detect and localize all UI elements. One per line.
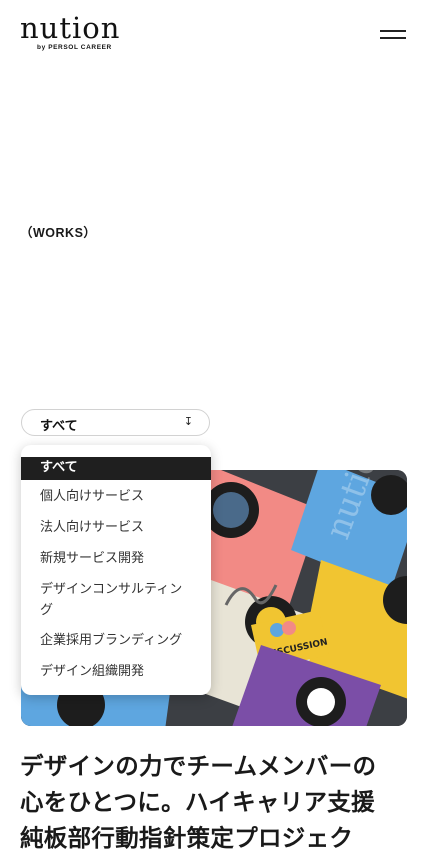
hamburger-icon-line bbox=[380, 37, 406, 39]
work-title-line: 心をひとつに。ハイキャリア支援 bbox=[20, 788, 375, 816]
work-title[interactable]: デザインの力でチームメンバーの 心をひとつに。ハイキャリア支援 純板部行動指針策… bbox=[20, 748, 410, 856]
dropdown-option-recruitment-branding[interactable]: 企業採用ブランディング bbox=[21, 631, 211, 651]
hamburger-menu-button[interactable] bbox=[374, 24, 414, 50]
dropdown-option-design-consulting-cont[interactable]: グ bbox=[21, 601, 211, 621]
category-dropdown-list: すべて 個人向けサービス 法人向けサービス 新規サービス開発 デザインコンサルテ… bbox=[21, 445, 211, 695]
hamburger-icon bbox=[380, 30, 406, 32]
dropdown-option-corporate-services[interactable]: 法人向けサービス bbox=[21, 518, 211, 538]
work-title-line: デザインの力でチームメンバーの bbox=[20, 752, 377, 780]
logo-tagline: by PERSOL CAREER bbox=[37, 44, 112, 51]
dropdown-option-all[interactable]: すべて bbox=[21, 457, 211, 480]
dropdown-option-individual-services[interactable]: 個人向けサービス bbox=[21, 487, 211, 507]
section-label-works: （WORKS） bbox=[20, 226, 97, 240]
nution-logo[interactable]: nution by PERSOL CAREER bbox=[20, 14, 124, 54]
category-filter-select[interactable]: すべて ↧ bbox=[21, 409, 210, 436]
filter-selected-value: すべて bbox=[40, 419, 78, 434]
dropdown-option-design-consulting[interactable]: デザインコンサルティン bbox=[21, 580, 211, 600]
work-title-line: 純板部行動指針策定プロジェク bbox=[20, 824, 354, 852]
logo-wordmark: nution bbox=[20, 11, 121, 45]
dropdown-option-design-organization[interactable]: デザイン組織開発 bbox=[21, 662, 211, 682]
arrow-down-icon: ↧ bbox=[183, 415, 193, 428]
dropdown-option-new-service-development[interactable]: 新規サービス開発 bbox=[21, 549, 211, 569]
site-header: nution by PERSOL CAREER bbox=[0, 0, 428, 72]
